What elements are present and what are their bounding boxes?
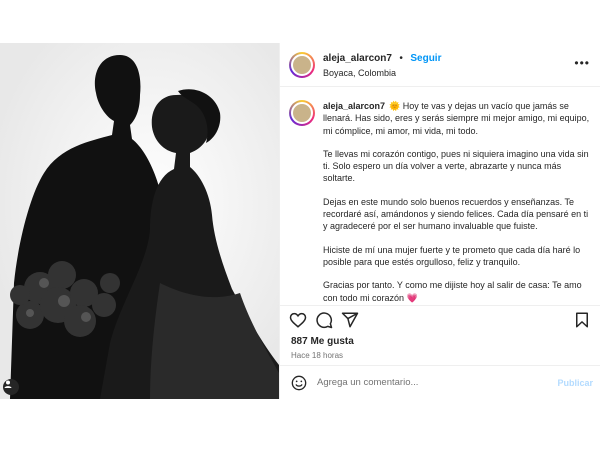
username-link[interactable]: aleja_alarcon7 [323,53,392,64]
post-header: aleja_alarcon7 • Seguir Boyaca, Colombia… [280,43,600,87]
caption-paragraph: Hiciste de mí una mujer fuerte y te prom… [323,244,581,267]
caption-username[interactable]: aleja_alarcon7 [323,101,385,111]
separator-dot: • [399,52,403,64]
caption: aleja_alarcon7 🌞 Hoy te vas y dejas un va… [289,100,592,315]
more-horizontal-icon[interactable]: ••• [574,57,590,69]
avatar[interactable] [289,51,315,78]
comment-bar: Agrega un comentario... Publicar [280,365,600,399]
caption-paragraph: Gracias por tanto. Y como me dijiste hoy… [323,280,582,303]
share-icon[interactable] [341,311,359,329]
action-bar [280,305,600,335]
publish-button[interactable]: Publicar [557,378,593,388]
location-link[interactable]: Boyaca, Colombia [323,66,441,80]
wedding-silhouette-image [0,43,279,399]
follow-button[interactable]: Seguir [410,53,441,64]
caption-avatar[interactable] [289,100,315,126]
caption-paragraph: Te llevas mi corazón contigo, pues ni si… [323,148,589,184]
post-photo[interactable] [0,43,279,399]
post-sidebar: aleja_alarcon7 • Seguir Boyaca, Colombia… [279,43,600,399]
post-time[interactable]: Hace 18 horas [291,351,343,360]
emoji-icon[interactable] [291,375,307,391]
likes-count[interactable]: 887 Me gusta [291,336,354,347]
instagram-post: aleja_alarcon7 • Seguir Boyaca, Colombia… [0,43,600,399]
bookmark-icon[interactable] [573,311,591,329]
user-tag-icon[interactable] [3,379,19,395]
comment-icon[interactable] [315,311,333,329]
caption-paragraph: Dejas en este mundo solo buenos recuerdo… [323,196,589,232]
caption-body: aleja_alarcon7 🌞 Hoy te vas y dejas un va… [323,100,592,315]
heart-icon[interactable] [289,311,307,329]
